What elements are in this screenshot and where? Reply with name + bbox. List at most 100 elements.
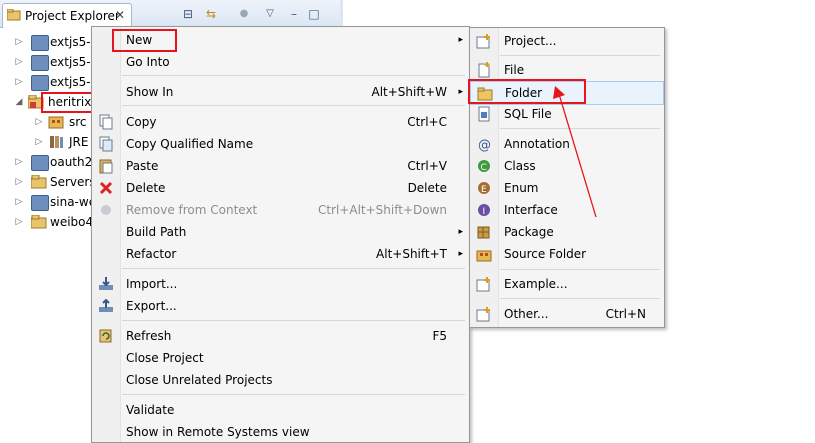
tree-item-weibo4[interactable]: ▷ weibo4 xyxy=(0,212,100,232)
menu-item-label: Refactor xyxy=(126,247,177,261)
menu-item-refresh[interactable]: Refresh F5 xyxy=(92,325,469,347)
view-menu-icon[interactable]: ▽ xyxy=(262,6,278,22)
menu-item-label: Source Folder xyxy=(504,247,587,261)
menu-item-other[interactable]: Other... Ctrl+N xyxy=(470,303,664,325)
menu-item-delete[interactable]: Delete Delete xyxy=(92,177,469,199)
menu-item-copy[interactable]: Copy Ctrl+C xyxy=(92,111,469,133)
expand-arrow-icon[interactable]: ▷ xyxy=(14,52,24,72)
tree-item-extjs5-n[interactable]: ▷ extjs5-n xyxy=(0,52,100,72)
menu-item-label: Project... xyxy=(504,34,557,48)
menu-item-shortcut: Ctrl+N xyxy=(605,307,646,321)
collapse-all-icon[interactable]: ⊟ xyxy=(180,6,196,22)
project-folder-icon xyxy=(31,55,49,71)
tree-item-label: weibo4 xyxy=(50,215,94,229)
project-explorer-icon xyxy=(7,9,21,21)
tree-item-src[interactable]: ▷ src xyxy=(0,112,100,132)
menu-item-build-path[interactable]: Build Path ▸ xyxy=(92,221,469,243)
other-wizard-icon xyxy=(476,307,490,322)
maximize-icon[interactable]: □ xyxy=(306,6,322,22)
enum-icon: E xyxy=(478,182,490,195)
menu-separator xyxy=(122,105,465,106)
menu-item-go-into[interactable]: Go Into xyxy=(92,51,469,73)
menu-item-shortcut: Ctrl+V xyxy=(407,159,447,173)
project-explorer-tab[interactable]: Project Explorer ✕ xyxy=(2,3,132,28)
tree-item-heritrix[interactable]: ◢ heritrix xyxy=(0,92,100,113)
menu-item-label: New xyxy=(126,33,153,47)
menu-item-copy-qualified-name[interactable]: Copy Qualified Name xyxy=(92,133,469,155)
tree-item-label: oauth2 xyxy=(50,155,93,169)
menu-item-label: Export... xyxy=(126,299,177,313)
menu-item-label: Copy xyxy=(126,115,157,129)
tree-item-oauth2[interactable]: ▷ oauth2 xyxy=(0,152,100,172)
menu-item-remove-from-context[interactable]: Remove from Context Ctrl+Alt+Shift+Down xyxy=(92,199,469,221)
menu-separator xyxy=(122,268,465,269)
menu-item-paste[interactable]: Paste Ctrl+V xyxy=(92,155,469,177)
menu-item-label: Close Unrelated Projects xyxy=(126,373,273,387)
menu-item-file[interactable]: File xyxy=(470,59,664,81)
submenu-arrow-icon: ▸ xyxy=(458,87,463,97)
menu-item-example[interactable]: Example... xyxy=(470,273,664,295)
new-file-icon xyxy=(478,62,490,78)
menu-item-export[interactable]: Export... xyxy=(92,295,469,317)
tree-item-jre[interactable]: ▷ JRE xyxy=(0,132,100,152)
tree-item-label: Servers xyxy=(50,175,96,189)
tree-item-extjs5-c[interactable]: ▷ extjs5-c xyxy=(0,32,100,52)
tree-item-servers[interactable]: ▷ Servers xyxy=(0,172,100,192)
svg-text:I: I xyxy=(483,207,486,217)
expand-arrow-icon[interactable]: ▷ xyxy=(14,72,24,92)
expand-arrow-icon[interactable]: ▷ xyxy=(14,32,24,52)
annotation-icon: @ xyxy=(478,138,491,152)
menu-item-shortcut: Ctrl+Alt+Shift+Down xyxy=(317,203,447,217)
submenu-arrow-icon: ▸ xyxy=(458,249,463,259)
library-icon xyxy=(50,136,63,148)
menu-item-label: Folder xyxy=(505,86,543,100)
expand-arrow-icon[interactable]: ▷ xyxy=(14,152,24,172)
menu-item-label: Paste xyxy=(126,159,159,173)
tree-item-label: src xyxy=(69,115,87,129)
new-project-icon xyxy=(476,34,490,49)
menu-item-import[interactable]: Import... xyxy=(92,273,469,295)
expand-arrow-icon[interactable]: ▷ xyxy=(14,172,24,192)
remove-from-context-icon xyxy=(101,205,111,215)
expand-arrow-icon[interactable]: ▷ xyxy=(34,112,44,132)
menu-item-source-folder[interactable]: Source Folder xyxy=(470,243,664,265)
expand-arrow-icon[interactable]: ▷ xyxy=(14,192,24,212)
menu-item-label: Show in Remote Systems view xyxy=(126,425,310,439)
tree-item-sina-we[interactable]: ▷ sina-we xyxy=(0,192,100,212)
class-icon: C xyxy=(478,160,490,173)
menu-item-close-unrelated-projects[interactable]: Close Unrelated Projects xyxy=(92,369,469,391)
menu-item-project[interactable]: Project... xyxy=(470,30,664,52)
collapse-arrow-icon[interactable]: ◢ xyxy=(14,92,24,112)
menu-item-refactor[interactable]: Refactor Alt+Shift+T ▸ xyxy=(92,243,469,265)
menu-separator xyxy=(500,55,660,56)
menu-item-label: Validate xyxy=(126,403,175,417)
svg-text:C: C xyxy=(481,163,487,173)
tree-item-label: JRE xyxy=(69,135,89,149)
expand-arrow-icon[interactable]: ▷ xyxy=(34,132,44,152)
project-folder-icon xyxy=(31,75,49,91)
menu-item-close-project[interactable]: Close Project xyxy=(92,347,469,369)
copy-icon xyxy=(99,114,113,130)
menu-item-label: Import... xyxy=(126,277,178,291)
menu-item-validate[interactable]: Validate xyxy=(92,399,469,421)
project-folder-icon xyxy=(31,195,49,211)
menu-item-show-in[interactable]: Show In Alt+Shift+W ▸ xyxy=(92,81,469,103)
tree-item-extjs5-n2[interactable]: ▷ extjs5-n xyxy=(0,72,100,92)
menu-item-label: Other... xyxy=(504,307,549,321)
project-folder-icon xyxy=(31,155,49,171)
menu-item-label: Close Project xyxy=(126,351,204,365)
menu-item-shortcut: Alt+Shift+T xyxy=(376,247,447,261)
expand-arrow-icon[interactable]: ▷ xyxy=(14,212,24,232)
menu-item-shortcut: Delete xyxy=(407,181,447,195)
link-with-editor-icon[interactable]: ⇆ xyxy=(203,6,219,22)
close-icon[interactable]: ✕ xyxy=(115,8,125,22)
sql-file-icon xyxy=(478,106,490,122)
copy-qualified-name-icon xyxy=(99,136,113,152)
menu-separator xyxy=(122,320,465,321)
menu-item-new[interactable]: New ▸ xyxy=(92,29,469,52)
delete-icon xyxy=(99,181,113,195)
menu-item-show-in-remote-systems-view[interactable]: Show in Remote Systems view xyxy=(92,421,469,443)
minimize-icon[interactable]: – xyxy=(286,6,302,22)
focus-task-icon[interactable]: ● xyxy=(236,6,252,22)
menu-separator xyxy=(500,298,660,299)
